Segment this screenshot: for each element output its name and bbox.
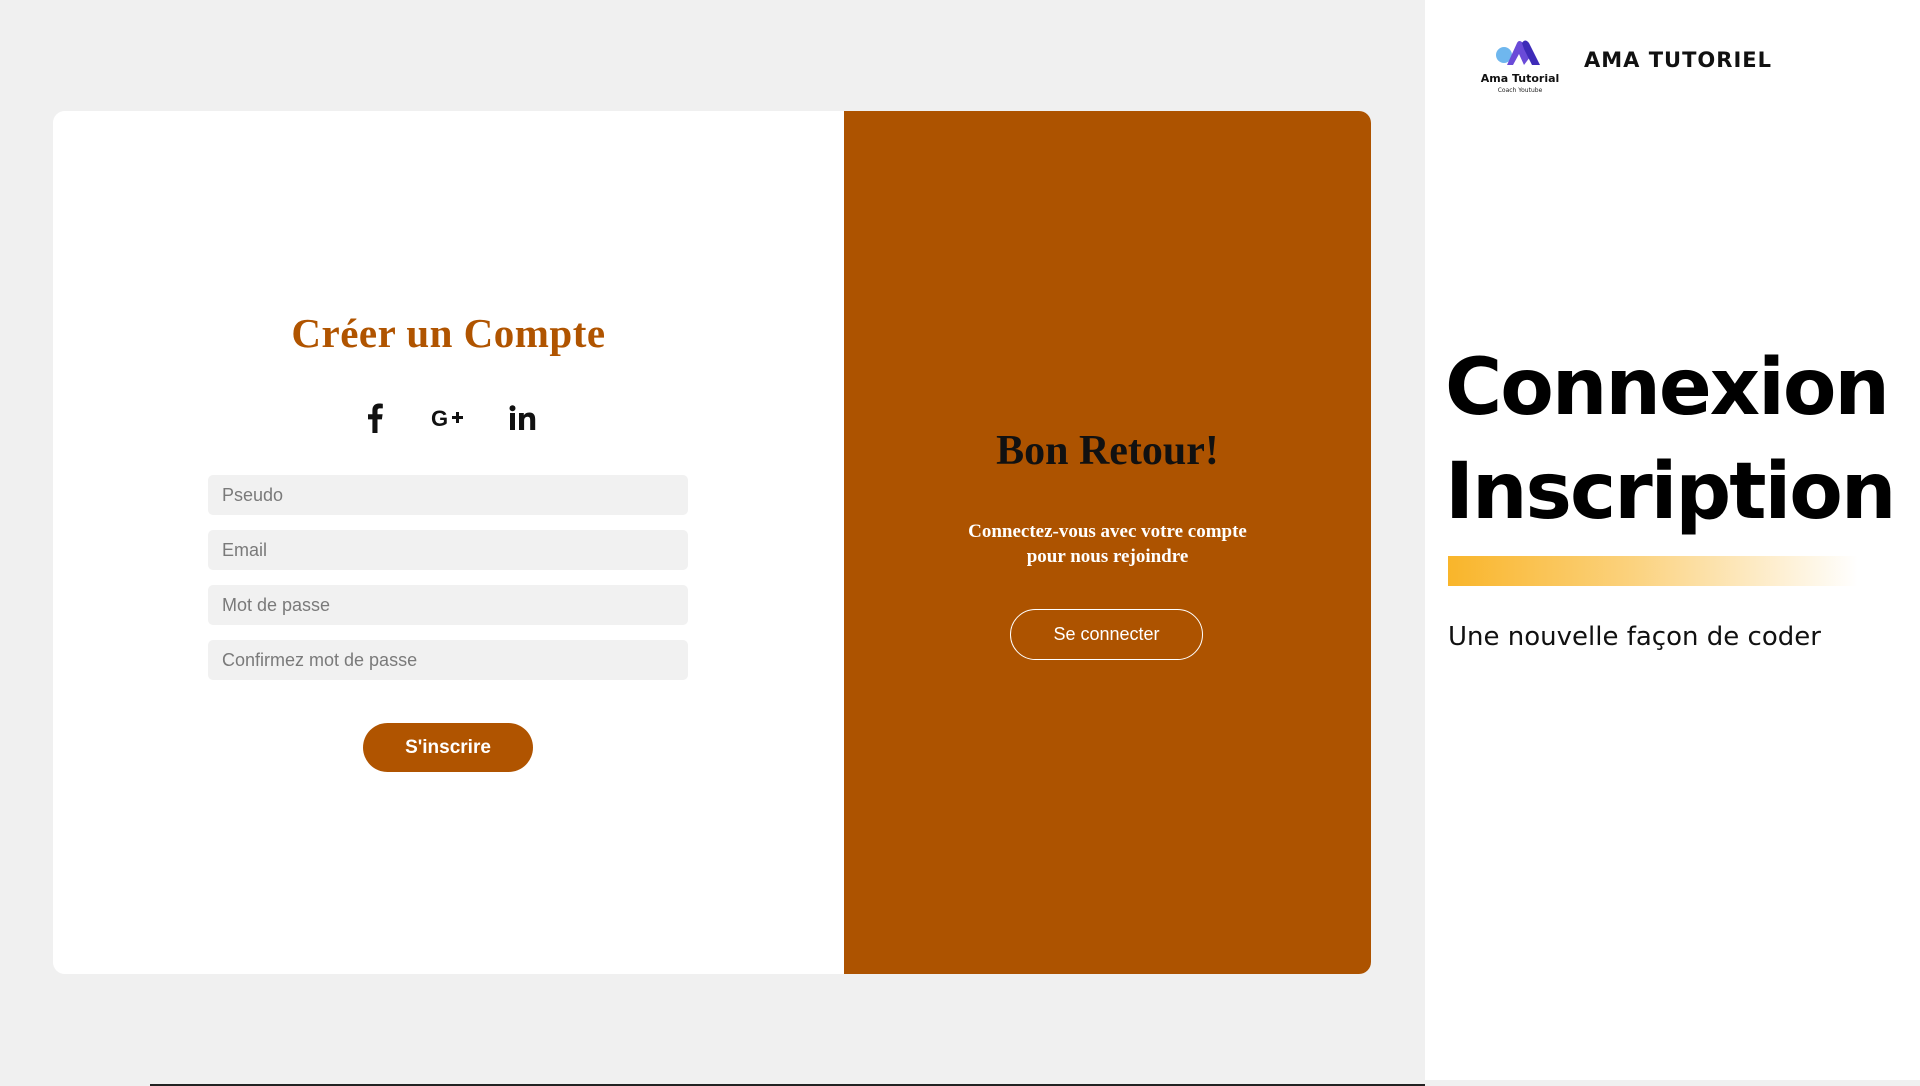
logo: Ama Tutorial Coach Youtube [1480,35,1560,101]
signup-button[interactable]: S'inscrire [363,723,533,772]
welcome-panel: Bon Retour! Connectez-vous avec votre co… [844,111,1371,974]
linkedin-icon[interactable] [504,398,542,438]
login-button[interactable]: Se connecter [1010,609,1203,660]
signup-panel: Créer un Compte G Pseudo Email S'inscrir… [53,111,844,974]
welcome-text-line1: Connectez-vous avec votre compte [968,521,1247,542]
confirm-password-input[interactable] [208,640,688,680]
auth-card: Créer un Compte G Pseudo Email S'inscrir… [53,111,1371,974]
facebook-icon[interactable] [356,398,394,438]
logo-name: Ama Tutorial [1480,72,1560,85]
tagline: Une nouvelle façon de coder [1448,622,1821,652]
social-links: G [53,398,844,438]
accent-bar [1448,556,1858,586]
brand-title: AMA TUTORIEL [1584,48,1772,72]
welcome-text: Connectez-vous avec votre compte pour no… [924,519,1291,569]
headline-line2: Inscription [1445,447,1896,537]
logo-mark-icon [1496,40,1540,65]
password-input[interactable] [208,585,688,625]
welcome-text-line2: pour nous rejoindre [1026,546,1189,567]
stage: Créer un Compte G Pseudo Email S'inscrir… [0,0,1425,1086]
email-input[interactable] [208,530,688,570]
brand-panel: Ama Tutorial Coach Youtube AMA TUTORIEL … [1425,0,1920,1080]
pseudo-input[interactable] [208,475,688,515]
signup-title: Créer un Compte [291,310,606,356]
welcome-title: Bon Retour! [996,428,1219,474]
logo-subtitle: Coach Youtube [1497,87,1543,94]
svg-text:G: G [431,406,448,431]
headline-line1: Connexion [1445,343,1890,433]
google-plus-icon[interactable]: G [430,398,468,438]
headline: Connexion Inscription [1445,336,1896,544]
